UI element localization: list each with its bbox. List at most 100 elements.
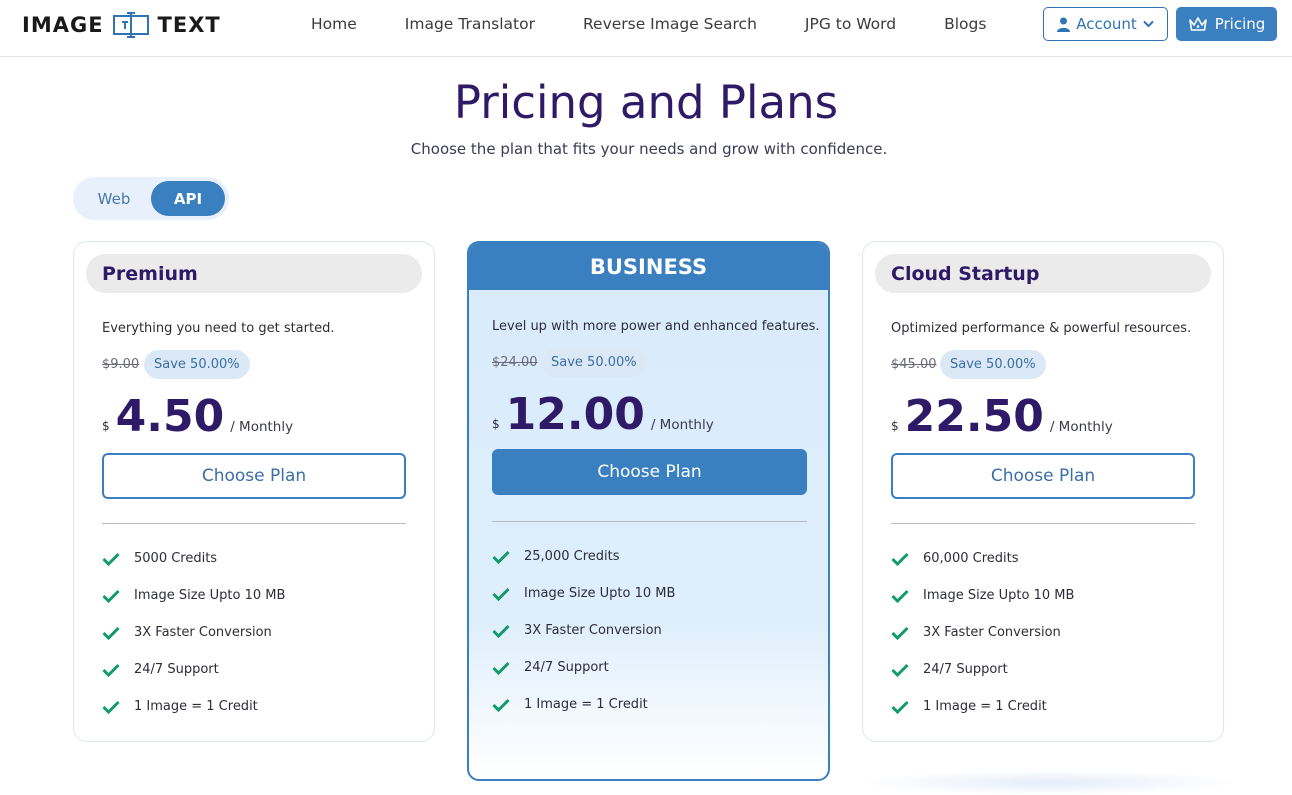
feature-text: 1 Image = 1 Credit (923, 699, 1047, 714)
currency-symbol: $ (492, 417, 500, 431)
feature-text: Image Size Upto 10 MB (524, 586, 676, 601)
price: $ 12.00 / Monthly (492, 393, 714, 437)
feature-text: 24/7 Support (134, 662, 219, 677)
feature-list: 25,000 Credits Image Size Upto 10 MB 3X … (492, 538, 675, 723)
check-icon (492, 587, 510, 601)
plan-card-business: BUSINESS Level up with more power and en… (467, 241, 830, 781)
feature-text: 24/7 Support (524, 660, 609, 675)
feature-list: 60,000 Credits Image Size Upto 10 MB 3X … (891, 540, 1074, 725)
chevron-down-icon (1143, 20, 1154, 28)
choose-plan-button[interactable]: Choose Plan (492, 449, 807, 495)
currency-symbol: $ (102, 419, 110, 433)
site-header: IMAGE TEXT Home Image Translator Reverse… (0, 0, 1292, 57)
toggle-api[interactable]: API (151, 181, 225, 216)
nav-blogs[interactable]: Blogs (944, 15, 986, 33)
list-item: 3X Faster Conversion (492, 612, 675, 649)
check-icon (891, 663, 909, 677)
nav-reverse-image-search[interactable]: Reverse Image Search (583, 15, 757, 33)
plan-description: Level up with more power and enhanced fe… (492, 319, 820, 334)
old-price: $24.00 (492, 355, 538, 370)
account-label: Account (1076, 15, 1137, 33)
list-item: 1 Image = 1 Credit (891, 688, 1074, 725)
plan-type-toggle: Web API (73, 177, 229, 220)
save-badge: Save 50.00% (940, 350, 1046, 379)
price-amount: 12.00 (505, 389, 645, 440)
feature-text: 5000 Credits (134, 551, 218, 566)
price-amount: 22.50 (904, 391, 1044, 442)
price-amount: 4.50 (115, 391, 225, 442)
list-item: 24/7 Support (891, 651, 1074, 688)
crown-icon (1188, 17, 1207, 31)
logo[interactable]: IMAGE TEXT (22, 10, 221, 40)
check-icon (891, 700, 909, 714)
old-price: $9.00 (102, 357, 140, 372)
plan-description: Optimized performance & powerful resourc… (891, 321, 1192, 336)
list-item: Image Size Upto 10 MB (891, 577, 1074, 614)
feature-text: 3X Faster Conversion (923, 625, 1061, 640)
plan-name: Premium (86, 254, 422, 293)
list-item: 25,000 Credits (492, 538, 675, 575)
check-icon (492, 624, 510, 638)
logo-word-image: IMAGE (22, 13, 104, 37)
feature-text: 3X Faster Conversion (524, 623, 662, 638)
feature-list: 5000 Credits Image Size Upto 10 MB 3X Fa… (102, 540, 285, 725)
check-icon (492, 698, 510, 712)
nav-jpg-to-word[interactable]: JPG to Word (805, 15, 896, 33)
pricing-button[interactable]: Pricing (1176, 7, 1277, 41)
divider (492, 521, 807, 522)
list-item: 1 Image = 1 Credit (102, 688, 285, 725)
check-icon (891, 552, 909, 566)
list-item: Image Size Upto 10 MB (102, 577, 285, 614)
page-subtitle: Choose the plan that fits your needs and… (410, 140, 888, 158)
choose-plan-button[interactable]: Choose Plan (102, 453, 406, 499)
feature-text: Image Size Upto 10 MB (134, 588, 286, 603)
price-period: / Monthly (650, 417, 714, 433)
price-period: / Monthly (1049, 419, 1113, 435)
account-button[interactable]: Account (1043, 7, 1168, 41)
check-icon (102, 663, 120, 677)
feature-text: 24/7 Support (923, 662, 1008, 677)
main-nav: Home Image Translator Reverse Image Sear… (311, 15, 1034, 33)
list-item: 24/7 Support (102, 651, 285, 688)
choose-plan-button[interactable]: Choose Plan (891, 453, 1195, 499)
divider (891, 523, 1195, 524)
feature-text: 3X Faster Conversion (134, 625, 272, 640)
save-badge: Save 50.00% (144, 350, 250, 379)
check-icon (492, 661, 510, 675)
list-item: Image Size Upto 10 MB (492, 575, 675, 612)
list-item: 1 Image = 1 Credit (492, 686, 675, 723)
check-icon (891, 626, 909, 640)
plan-name: Cloud Startup (875, 254, 1211, 293)
price: $ 22.50 / Monthly (891, 395, 1113, 439)
list-item: 24/7 Support (492, 649, 675, 686)
feature-text: Image Size Upto 10 MB (923, 588, 1075, 603)
page-title: Pricing and Plans (453, 76, 839, 129)
toggle-web[interactable]: Web (77, 181, 151, 216)
text-cursor-icon (112, 12, 149, 38)
decorative-glow (860, 770, 1240, 795)
check-icon (102, 589, 120, 603)
plan-card-cloud-startup: Cloud Startup Optimized performance & po… (862, 241, 1224, 742)
currency-symbol: $ (891, 419, 899, 433)
check-icon (492, 550, 510, 564)
old-price: $45.00 (891, 357, 937, 372)
nav-home[interactable]: Home (311, 15, 357, 33)
plan-card-premium: Premium Everything you need to get start… (73, 241, 435, 742)
feature-text: 60,000 Credits (923, 551, 1019, 566)
check-icon (102, 626, 120, 640)
feature-text: 25,000 Credits (524, 549, 620, 564)
nav-image-translator[interactable]: Image Translator (405, 15, 535, 33)
plan-name: BUSINESS (469, 243, 828, 290)
save-badge: Save 50.00% (541, 348, 647, 377)
price-period: / Monthly (230, 419, 294, 435)
list-item: 3X Faster Conversion (102, 614, 285, 651)
list-item: 5000 Credits (102, 540, 285, 577)
check-icon (102, 552, 120, 566)
price: $ 4.50 / Monthly (102, 395, 293, 439)
list-item: 60,000 Credits (891, 540, 1074, 577)
check-icon (102, 700, 120, 714)
plan-description: Everything you need to get started. (102, 321, 335, 336)
user-icon (1057, 17, 1071, 32)
list-item: 3X Faster Conversion (891, 614, 1074, 651)
check-icon (891, 589, 909, 603)
